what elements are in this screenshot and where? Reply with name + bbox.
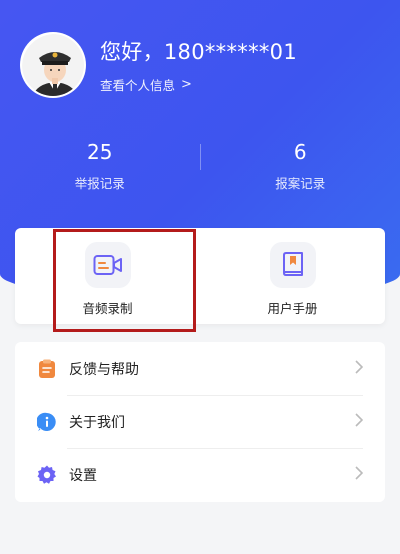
stat-report-records[interactable]: 25 举报记录 [0,140,200,200]
chevron-right-icon [355,412,364,431]
avatar[interactable] [20,32,86,98]
greeting-text: 您好，180******01 [100,40,298,64]
video-record-icon [93,255,122,275]
tool-label: 音频录制 [82,301,133,316]
menu-item-label: 反馈与帮助 [69,361,139,378]
chevron-right-icon [355,359,364,378]
gear-icon [37,465,57,485]
view-profile-label: 查看个人信息 [100,78,176,93]
clipboard-icon [37,359,57,379]
stat-label: 举报记录 [74,176,125,191]
stats-row: 25 举报记录 6 报案记录 [0,140,400,200]
chevron-right-icon: > [181,77,192,92]
audio-record-button[interactable]: 音频录制 [15,228,200,324]
tool-icon-container [269,242,316,288]
stat-value: 25 [87,140,113,164]
menu-item-label: 设置 [69,467,97,484]
user-manual-button[interactable]: 用户手册 [200,228,385,324]
menu-item-feedback-help[interactable]: 反馈与帮助 [15,342,385,395]
stat-value: 6 [293,140,307,164]
chevron-right-icon [355,465,364,484]
tools-card: 音频录制 用户手册 [15,228,385,324]
menu-item-settings[interactable]: 设置 [15,448,385,501]
tool-icon-container [84,242,131,288]
menu-item-label: 关于我们 [69,414,125,431]
police-avatar-icon [22,34,84,96]
profile-section: 您好，180******01 查看个人信息 > [20,32,297,98]
book-icon [282,252,303,276]
menu-card: 反馈与帮助 关于我们 设置 [15,342,385,502]
tool-label: 用户手册 [267,301,318,316]
stat-case-records[interactable]: 6 报案记录 [201,140,400,200]
menu-item-about-us[interactable]: 关于我们 [15,395,385,448]
stat-label: 报案记录 [275,176,326,191]
view-profile-link[interactable]: 查看个人信息 > [100,75,297,94]
info-icon [37,412,57,432]
